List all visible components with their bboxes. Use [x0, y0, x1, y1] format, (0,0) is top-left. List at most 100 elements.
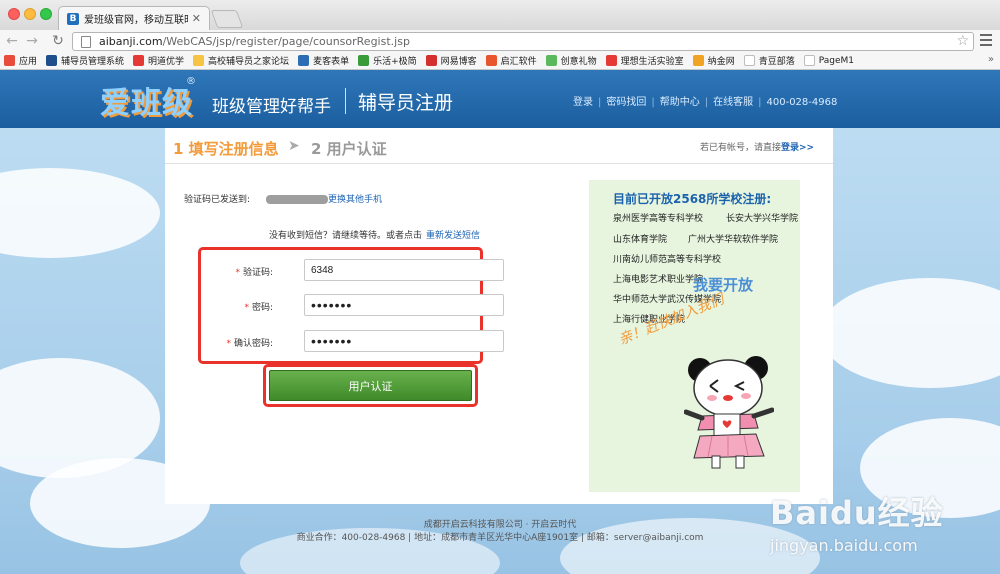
- address-bar[interactable]: aibanji.com/WebCAS/jsp/register/page/cou…: [72, 32, 974, 51]
- no-sms-hint: 没有收到短信？请继续等待。或者点击 重新发送短信: [269, 228, 480, 241]
- bookmark-item[interactable]: 高校辅导员之家论坛: [193, 54, 289, 67]
- site-icon: [545, 55, 557, 66]
- school-promo: 目前已开放2568所学校注册: 泉州医学高等专科学校 长安大学兴华学院 山东体育…: [589, 180, 800, 492]
- registered-mark: ®: [186, 76, 196, 87]
- bookmark-label: 网易博客: [440, 57, 477, 67]
- school-item: 山东体育学院: [613, 235, 668, 245]
- code-sent-label: 验证码已发送到:: [184, 195, 251, 205]
- help-center-link[interactable]: 帮助中心: [660, 97, 700, 108]
- code-label: * 验证码:: [235, 268, 273, 278]
- login-link[interactable]: 登录: [573, 97, 593, 108]
- confirm-password-label: * 确认密码:: [226, 339, 273, 349]
- site-favicon-icon: B: [67, 12, 79, 25]
- page-icon: [803, 55, 815, 66]
- aibanji-logo[interactable]: 爱班级: [100, 78, 193, 122]
- bookmark-item[interactable]: 麦客表单: [298, 54, 349, 67]
- browser-toolbar: ← → ↻ aibanji.com/WebCAS/jsp/register/pa…: [0, 30, 1000, 52]
- direct-login-link[interactable]: 登录>>: [781, 143, 814, 153]
- back-arrow-icon[interactable]: ←: [4, 33, 20, 49]
- masked-phone-number: [266, 195, 328, 204]
- bookmark-label: 明道优学: [148, 57, 185, 67]
- bookmark-label: 辅导员管理系统: [61, 57, 125, 67]
- site-icon: [485, 55, 497, 66]
- school-item: 川南幼儿师范高等专科学校: [613, 255, 722, 265]
- site-icon: [46, 55, 58, 66]
- step-user-verify: 2 用户认证: [311, 140, 387, 158]
- page-icon: [743, 55, 755, 66]
- school-item: 上海电影艺术职业学院: [613, 275, 704, 285]
- login-hint: 若已有帐号，请直接登录>>: [700, 140, 814, 153]
- bookmark-label: 高校辅导员之家论坛: [208, 57, 290, 67]
- site-icon: [193, 55, 205, 66]
- browser-titlebar: B 爱班级官网，移动互联时代都 ✕: [0, 0, 1000, 30]
- watermark-site: jingyan.baidu.com: [770, 536, 918, 555]
- bookmark-label: 纳金网: [707, 57, 735, 67]
- bookmark-item[interactable]: 辅导员管理系统: [46, 54, 124, 67]
- step-indicator: 1 填写注册信息 ➤ 2 用户认证 若已有帐号，请直接登录>>: [165, 128, 833, 164]
- bookmark-item[interactable]: PageM1: [803, 55, 854, 66]
- bookmark-label: 麦客表单: [313, 57, 350, 67]
- request-open-link[interactable]: 我要开放: [693, 274, 753, 295]
- verification-code-input[interactable]: [304, 259, 504, 281]
- reload-icon[interactable]: ↻: [50, 33, 66, 49]
- change-phone-link[interactable]: 更换其他手机: [328, 192, 382, 205]
- step-arrow-icon: ➤: [288, 138, 300, 154]
- password-label: * 密码:: [244, 303, 273, 313]
- bookmark-star-icon[interactable]: ☆: [956, 33, 969, 49]
- school-item: 泉州医学高等专科学校: [613, 214, 704, 224]
- site-icon: [425, 55, 437, 66]
- user-verify-button[interactable]: 用户认证: [269, 370, 472, 401]
- url-host: aibanji.com: [99, 35, 163, 48]
- bookmark-label: 理想生活实验室: [620, 57, 684, 67]
- forward-arrow-icon[interactable]: →: [24, 33, 40, 49]
- bookmark-label: 应用: [19, 57, 38, 67]
- more-bookmarks-icon[interactable]: »: [988, 54, 994, 65]
- bookmark-item[interactable]: 网易博客: [425, 54, 477, 67]
- bookmark-item[interactable]: 应用: [4, 54, 37, 67]
- site-icon: [605, 55, 617, 66]
- online-service-link[interactable]: 在线客服: [713, 97, 753, 108]
- school-item: 广州大学华软软件学院: [688, 235, 779, 245]
- submit-highlight: 用户认证: [263, 364, 478, 407]
- panda-mascot-icon: [684, 356, 774, 469]
- url-path: /WebCAS/jsp/register/page/counsorRegist.…: [162, 35, 410, 48]
- bookmark-item[interactable]: 启汇软件: [485, 54, 537, 67]
- browser-menu-icon[interactable]: [980, 34, 992, 49]
- minimize-window-button[interactable]: [24, 8, 36, 20]
- tab-title: 爱班级官网，移动互联时代都: [84, 15, 188, 26]
- bookmark-item[interactable]: 乐活+极简: [358, 54, 417, 67]
- page-title: 辅导员注册: [358, 92, 454, 114]
- site-header: 爱班级 ® 班级管理好帮手 辅导员注册 登录 | 密码找回 | 帮助中心 | 在线客服 | 40…: [0, 70, 1000, 128]
- school-item: 长安大学兴华学院: [726, 214, 799, 224]
- bookmark-item[interactable]: 纳金网: [692, 54, 735, 67]
- apps-grid-icon: [4, 55, 15, 66]
- header-nav: 登录 | 密码找回 | 帮助中心 | 在线客服 | 400-028-4968: [573, 97, 838, 108]
- bookmark-item[interactable]: 青豆部落: [743, 54, 795, 67]
- hotline-number: 400-028-4968: [766, 97, 838, 108]
- password-recovery-link[interactable]: 密码找回: [606, 97, 646, 108]
- bookmark-label: 创意礼物: [560, 57, 597, 67]
- new-tab-button[interactable]: [210, 10, 244, 28]
- page-icon: [81, 35, 91, 48]
- baidu-jingyan-watermark: Baidu经验 jingyan.baidu.com: [770, 488, 944, 555]
- resend-sms-link[interactable]: 重新发送短信: [426, 231, 480, 241]
- bookmark-label: 青豆部落: [758, 57, 795, 67]
- close-tab-icon[interactable]: ✕: [192, 12, 201, 25]
- bookmark-label: PageM1: [818, 55, 854, 66]
- bookmark-item[interactable]: 创意礼物: [545, 54, 597, 67]
- url-text[interactable]: aibanji.com/WebCAS/jsp/register/page/cou…: [99, 35, 410, 48]
- password-input[interactable]: [304, 294, 504, 316]
- bookmark-label: 乐活+极简: [373, 57, 417, 67]
- bookmark-item[interactable]: 理想生活实验室: [605, 54, 684, 67]
- no-sms-text: 没有收到短信？请继续等待。或者点击: [269, 231, 423, 241]
- credentials-form: *验证码: *密码: *确认密码:: [198, 247, 504, 364]
- site-icon: [133, 55, 145, 66]
- browser-tab-active[interactable]: B 爱班级官网，移动互联时代都 ✕: [58, 6, 210, 30]
- registration-panel: 1 填写注册信息 ➤ 2 用户认证 若已有帐号，请直接登录>> 验证码已发送到:…: [165, 128, 833, 504]
- confirm-password-input[interactable]: [304, 330, 504, 352]
- close-window-button[interactable]: [8, 8, 20, 20]
- bookmark-item[interactable]: 明道优学: [133, 54, 184, 67]
- promo-title: 目前已开放2568所学校注册:: [613, 192, 772, 206]
- zoom-window-button[interactable]: [40, 8, 52, 20]
- login-hint-text: 若已有帐号，请直接: [700, 143, 782, 153]
